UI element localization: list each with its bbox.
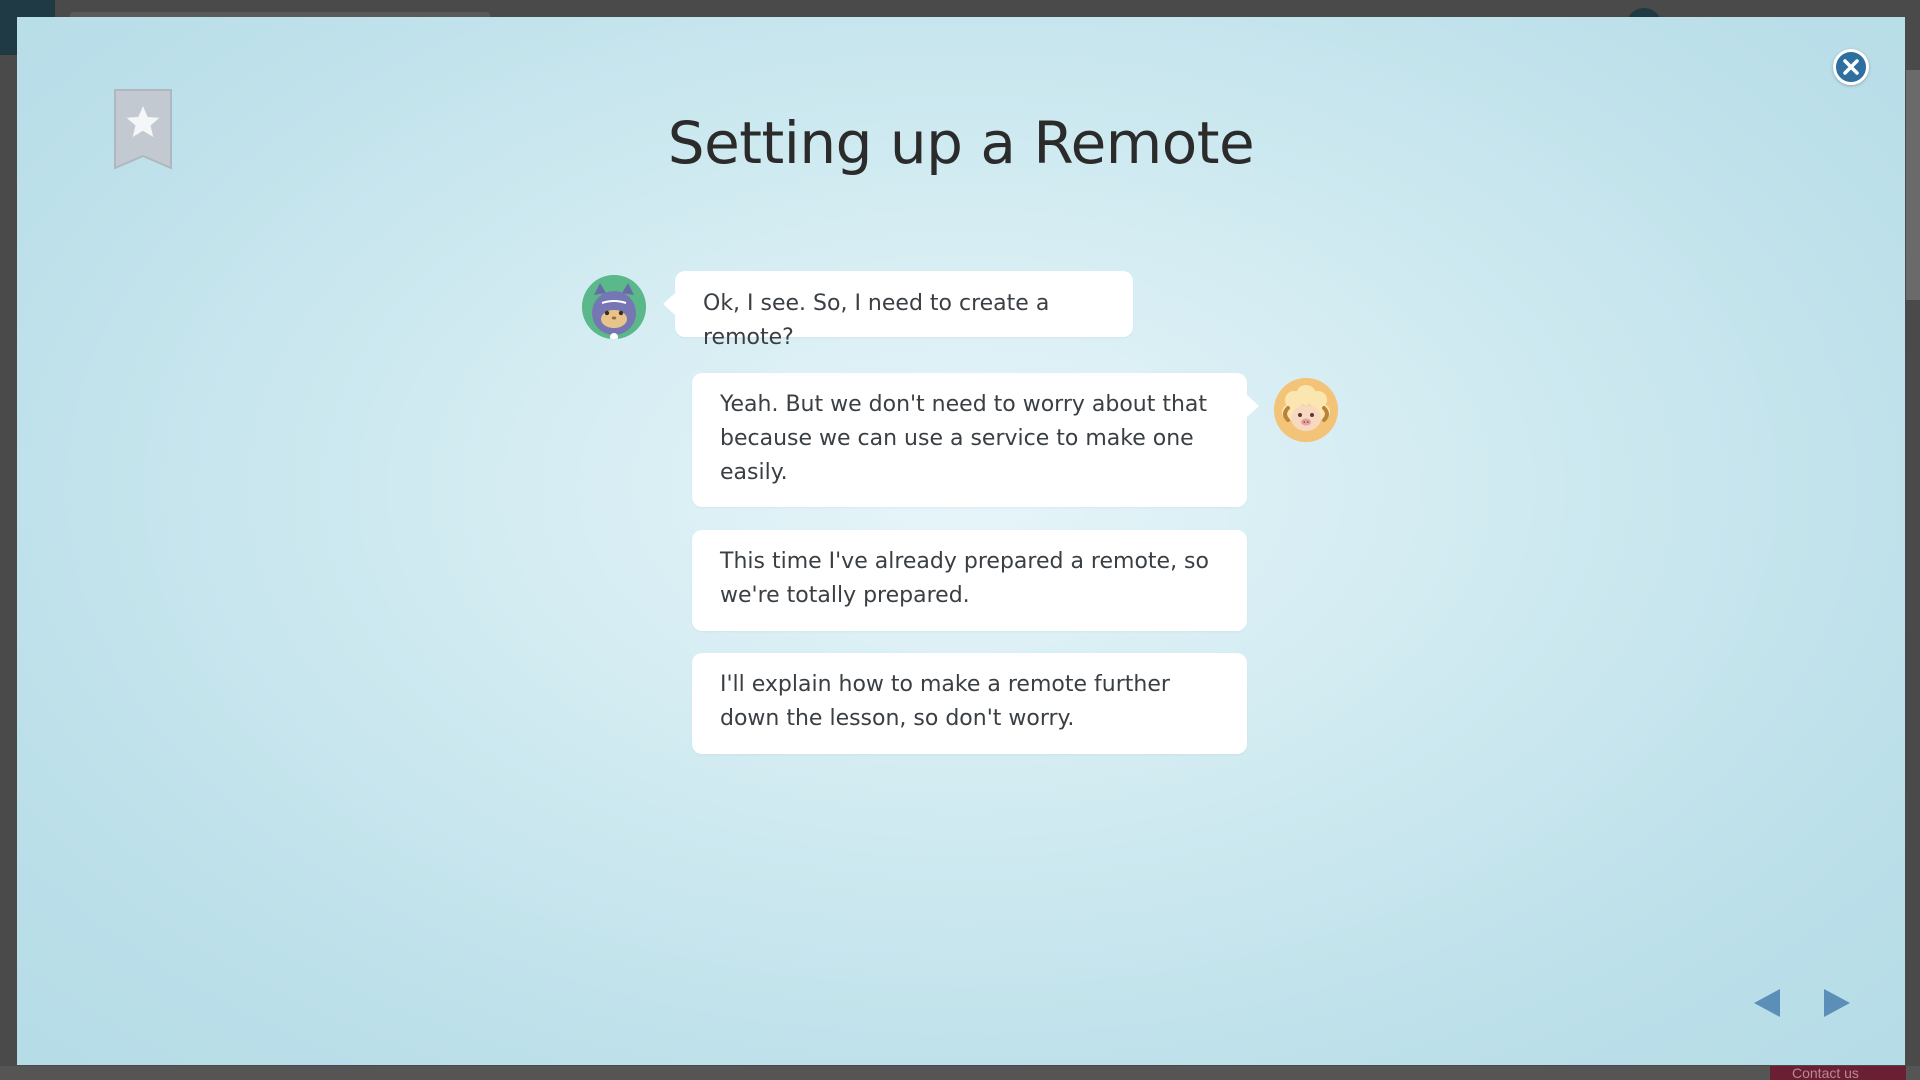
prev-arrow-icon: [1754, 989, 1780, 1017]
sheep-character-icon: [1274, 378, 1338, 442]
message-text: Ok, I see. So, I need to create a remote…: [703, 291, 1050, 350]
prev-button[interactable]: [1747, 983, 1787, 1023]
contact-us-button: Contact us: [1770, 1066, 1906, 1080]
cat-character-icon: [582, 275, 646, 339]
background-scrollbar: [1906, 70, 1920, 300]
bubble-tail: [663, 293, 675, 315]
page-title: Setting up a Remote: [667, 109, 1255, 177]
next-button[interactable]: [1817, 983, 1857, 1023]
close-icon: [1843, 59, 1859, 75]
lesson-modal: Setting up a Remote Ok, I see. So, I nee…: [17, 17, 1905, 1065]
next-arrow-icon: [1824, 989, 1850, 1017]
message-text: I'll explain how to make a remote furthe…: [720, 672, 1170, 731]
bubble-tail: [1247, 395, 1259, 417]
background-bottombar: [0, 1066, 1920, 1080]
chat-message-sheep: Yeah. But we don't need to worry about t…: [692, 373, 1259, 507]
close-button[interactable]: [1833, 49, 1869, 85]
chat-message-cat: Ok, I see. So, I need to create a remote…: [663, 271, 1133, 350]
cat-avatar: [582, 275, 646, 339]
message-text: Yeah. But we don't need to worry about t…: [720, 392, 1208, 485]
chat-message-sheep: This time I've already prepared a remote…: [692, 530, 1247, 631]
message-text: This time I've already prepared a remote…: [720, 549, 1209, 608]
chat-message-sheep: I'll explain how to make a remote furthe…: [692, 653, 1247, 754]
sheep-avatar: [1274, 378, 1338, 442]
